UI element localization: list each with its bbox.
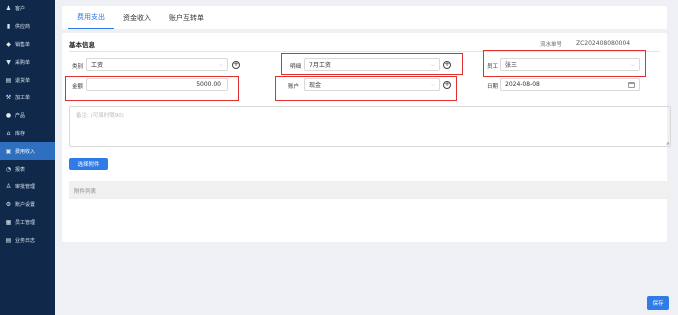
- sidebar-item-label: 产品: [15, 113, 26, 120]
- sidebar-item-label: 客户: [15, 6, 26, 13]
- sales-icon: ◆: [6, 40, 11, 48]
- sidebar-item[interactable]: ▼ 采购单: [0, 53, 55, 71]
- account-settings-icon: ⚙: [5, 201, 12, 209]
- sidebar-item[interactable]: ⌂ 库存: [0, 125, 55, 143]
- chevron-down-icon: ⌵: [219, 61, 223, 68]
- sidebar-item[interactable]: ◆ 销售单: [0, 36, 55, 54]
- finance-icon: ▣: [5, 147, 12, 155]
- sidebar-item[interactable]: ▤ 退货单: [0, 71, 55, 89]
- tab-transfer[interactable]: 账户互转单: [160, 6, 213, 29]
- sidebar-item-label: 业务日志: [15, 237, 36, 244]
- sidebar-item-label: 退货单: [15, 77, 31, 84]
- serial-number-value: ZC202408080004: [576, 39, 631, 47]
- sidebar-item-label: 账户设置: [15, 202, 36, 209]
- sidebar-item[interactable]: ● 产品: [0, 107, 55, 125]
- sidebar-item-label: 销售单: [15, 41, 31, 48]
- date-value: 2024-08-08: [505, 81, 540, 88]
- approval-icon: ♙: [5, 183, 12, 191]
- resize-handle-icon[interactable]: ◢: [666, 140, 669, 145]
- log-icon: ▤: [5, 236, 12, 244]
- remark-placeholder: 备注: (可填时限90): [76, 113, 124, 119]
- highlight-account: [275, 76, 457, 101]
- sidebar-item[interactable]: ▣ 费用收入: [0, 142, 55, 161]
- save-button[interactable]: 保存: [647, 296, 669, 310]
- main-area: 费用支出 资金收入 账户互转单 基本信息 流水单号 ZC202408080004…: [55, 0, 678, 315]
- sidebar-item[interactable]: ▮ 供应商: [0, 18, 55, 36]
- sidebar-item-label: 费用收入: [15, 148, 36, 155]
- add-category-icon[interactable]: +: [232, 60, 240, 69]
- sidebar-item[interactable]: ▦ 员工管理: [0, 214, 55, 232]
- tab-expense[interactable]: 费用支出: [68, 6, 114, 29]
- sidebar-item[interactable]: ⚒ 加工单: [0, 89, 55, 107]
- sidebar-item-label: 供应商: [15, 24, 31, 31]
- highlight-amount: [65, 76, 239, 101]
- category-value: 工资: [91, 62, 104, 69]
- category-select[interactable]: 工资 ⌵: [86, 58, 228, 71]
- select-attachment-button[interactable]: 选择附件: [69, 158, 108, 170]
- category-label: 类别: [72, 64, 84, 70]
- product-icon: ●: [5, 112, 12, 120]
- remark-textarea[interactable]: 备注: (可填时限90) ◢: [69, 106, 671, 147]
- sidebar-item-label: 审批管理: [15, 184, 36, 191]
- serial-number-label: 流水单号: [540, 42, 563, 48]
- highlight-detail: [281, 53, 463, 75]
- customers-icon: ♟: [5, 5, 12, 13]
- tabs-bar: 费用支出 资金收入 账户互转单: [62, 6, 667, 29]
- sidebar: ♟ 客户 ▮ 供应商 ◆ 销售单 ▼ 采购单 ▤ 退货单 ⚒ 加工单 ● 产品 ⌂ 库存 ▣ 费用收入 ◔ 报表 ♙ 审批…: [0, 0, 55, 315]
- attachment-list-header: 附件列表: [69, 181, 671, 199]
- sidebar-item-label: 加工单: [15, 95, 31, 102]
- purchase-icon: ▼: [6, 58, 11, 66]
- sidebar-item[interactable]: ⚙ 账户设置: [0, 196, 55, 214]
- tab-income[interactable]: 资金收入: [114, 6, 160, 29]
- sidebar-item-label: 报表: [15, 166, 26, 173]
- return-icon: ▤: [5, 76, 12, 84]
- processing-icon: ⚒: [5, 94, 12, 102]
- sidebar-item[interactable]: ♙ 审批管理: [0, 178, 55, 196]
- highlight-employee: [483, 50, 646, 77]
- date-picker[interactable]: 2024-08-08: [500, 78, 640, 91]
- section-title: 基本信息: [69, 41, 95, 49]
- report-icon: ◔: [5, 165, 12, 173]
- staff-icon: ▦: [5, 218, 12, 226]
- date-label: 日期: [487, 84, 499, 90]
- sidebar-item[interactable]: ♟ 客户: [0, 0, 55, 18]
- inventory-icon: ⌂: [6, 129, 11, 137]
- supplier-icon: ▮: [6, 23, 11, 31]
- sidebar-item[interactable]: ◔ 报表: [0, 160, 55, 178]
- sidebar-item-label: 员工管理: [15, 219, 36, 226]
- basic-info-panel: 基本信息 流水单号 ZC202408080004 类别 工资 ⌵ + 明细 7月…: [62, 33, 671, 242]
- sidebar-item-label: 库存: [15, 130, 26, 137]
- sidebar-item-label: 采购单: [15, 59, 31, 66]
- calendar-icon[interactable]: [628, 81, 635, 88]
- sidebar-item[interactable]: ▤ 业务日志: [0, 231, 55, 249]
